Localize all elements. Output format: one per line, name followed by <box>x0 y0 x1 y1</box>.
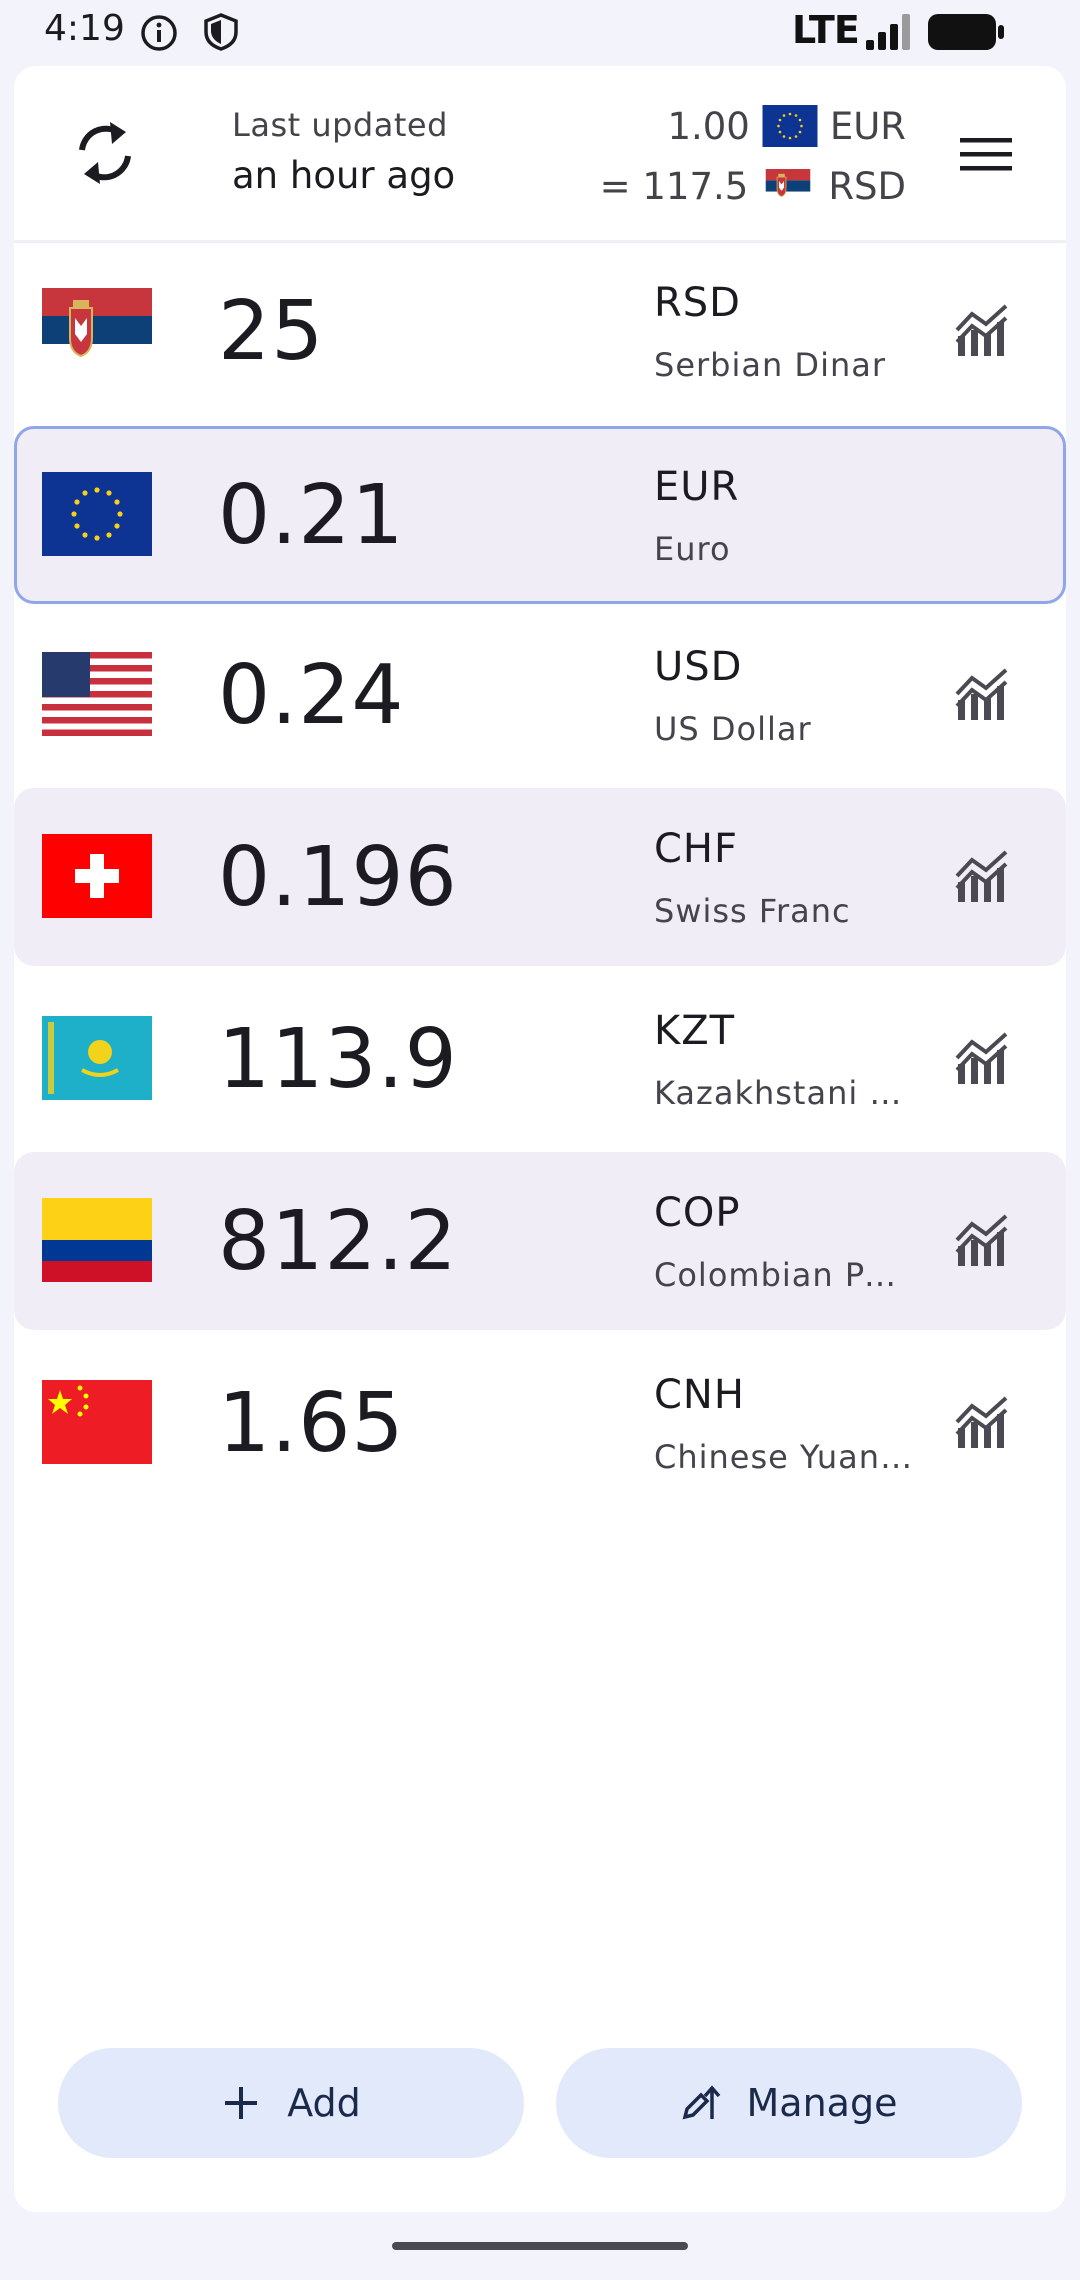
base-code: EUR <box>829 104 906 148</box>
currency-code: CHF <box>654 826 739 872</box>
currency-name: Chinese Yuan Renminbi <box>654 1438 914 1476</box>
add-button[interactable]: Add <box>58 2048 524 2158</box>
chart-icon[interactable] <box>954 668 1012 722</box>
converted-amount: = 117.5 <box>599 164 749 208</box>
currency-name: Swiss Franc <box>654 892 851 930</box>
chart-icon[interactable] <box>954 850 1012 904</box>
last-updated-label: Last updated <box>232 106 448 144</box>
battery-icon <box>928 14 1004 50</box>
last-updated-value: an hour ago <box>232 154 456 197</box>
shield-icon <box>204 13 238 51</box>
chart-icon[interactable] <box>954 1032 1012 1086</box>
rs-flag-icon <box>42 288 152 372</box>
chart-icon[interactable] <box>954 304 1012 358</box>
status-bar: 4:19 LTE <box>0 0 1080 64</box>
currency-code: RSD <box>654 280 741 326</box>
converted-rate: = 117.5 RSD <box>600 162 906 210</box>
chart-icon[interactable] <box>954 1396 1012 1450</box>
currency-row-kzt[interactable]: 113.9 KZT Kazakhstani Tenge <box>14 970 1066 1148</box>
currency-code: COP <box>654 1190 741 1236</box>
manage-button[interactable]: Manage <box>556 2048 1022 2158</box>
converted-code: RSD <box>828 164 906 208</box>
eu-flag-icon <box>762 105 818 147</box>
co-flag-icon <box>42 1198 152 1282</box>
amount-value[interactable]: 25 <box>218 284 324 379</box>
currency-row-cnh[interactable]: 1.65 CNH Chinese Yuan Renminbi <box>14 1334 1066 1512</box>
currency-row-usd[interactable]: 0.24 USD US Dollar <box>14 606 1066 784</box>
base-rate: 1.00 EUR <box>667 102 906 150</box>
currency-code: CNH <box>654 1372 745 1418</box>
currency-row-cop[interactable]: 812.2 COP Colombian Peso <box>14 1152 1066 1330</box>
currency-row-rsd[interactable]: 25 RSD Serbian Dinar <box>14 242 1066 420</box>
currency-name: Euro <box>654 530 731 568</box>
base-amount: 1.00 <box>667 104 750 148</box>
currency-name: US Dollar <box>654 710 812 748</box>
header: Last updated an hour ago 1.00 EUR = 117.… <box>14 66 1066 240</box>
amount-value[interactable]: 0.24 <box>218 648 405 743</box>
kz-flag-icon <box>42 1016 152 1100</box>
cn-flag-icon <box>42 1380 152 1464</box>
currency-code: EUR <box>654 464 740 510</box>
eu-flag-icon <box>42 472 152 556</box>
amount-value[interactable]: 0.21 <box>218 468 405 563</box>
amount-value[interactable]: 113.9 <box>218 1012 458 1107</box>
currency-name: Colombian Peso <box>654 1256 914 1294</box>
signal-icon <box>866 14 910 50</box>
info-icon <box>141 15 177 51</box>
us-flag-icon <box>42 652 152 736</box>
plus-icon <box>225 2087 258 2119</box>
amount-value[interactable]: 1.65 <box>218 1376 405 1471</box>
edit-sort-icon <box>682 2085 720 2120</box>
chart-icon[interactable] <box>954 1214 1012 1268</box>
ch-flag-icon <box>42 834 152 918</box>
network-type: LTE <box>792 8 860 52</box>
amount-value[interactable]: 812.2 <box>218 1194 458 1289</box>
currency-row-chf[interactable]: 0.196 CHF Swiss Franc <box>14 788 1066 966</box>
add-button-label: Add <box>287 2081 361 2125</box>
manage-button-label: Manage <box>746 2081 898 2125</box>
rs-flag-icon <box>760 169 816 203</box>
converter-card: Last updated an hour ago 1.00 EUR = 117.… <box>14 66 1066 2212</box>
currency-row-eur[interactable]: 0.21 EUR Euro <box>14 426 1066 604</box>
status-time: 4:19 <box>44 8 125 49</box>
home-indicator[interactable] <box>392 2242 688 2250</box>
amount-value[interactable]: 0.196 <box>218 830 458 925</box>
currency-code: USD <box>654 644 743 690</box>
currency-name: Kazakhstani Tenge <box>654 1074 914 1112</box>
menu-icon[interactable] <box>958 134 1014 174</box>
currency-name: Serbian Dinar <box>654 346 886 384</box>
currency-code: KZT <box>654 1008 736 1054</box>
refresh-icon[interactable] <box>70 118 140 188</box>
